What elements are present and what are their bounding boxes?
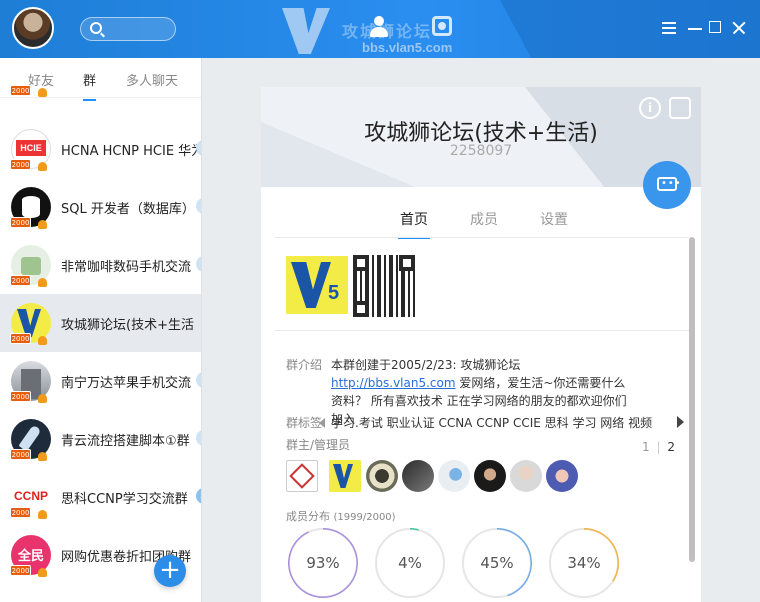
scrollbar[interactable] xyxy=(689,237,695,562)
group-name: 青云流控搭建脚本①群 xyxy=(61,434,190,449)
intro-label: 群介绍 xyxy=(286,358,323,372)
space-icon[interactable] xyxy=(432,16,454,38)
tab-members[interactable]: 成员 xyxy=(470,209,498,229)
bell-icon xyxy=(38,278,47,287)
v5-logo-icon xyxy=(282,8,330,54)
group-tabs: 首页 成员 设置 xyxy=(261,207,701,239)
tab-home[interactable]: 首页 xyxy=(398,209,430,239)
chat-button[interactable]: ••• xyxy=(643,161,691,209)
group-name: SQL 开发者（数据库） xyxy=(61,202,195,217)
list-item[interactable]: 2000 青云流控搭建脚本①群 xyxy=(0,410,201,468)
level-badge: 2000 xyxy=(10,333,31,344)
forum-link[interactable]: http://bbs.vlan5.com xyxy=(331,376,456,390)
avatar[interactable] xyxy=(438,460,470,492)
list-item[interactable]: 2000 非常咖啡数码手机交流 xyxy=(0,236,201,294)
share-icon[interactable] xyxy=(669,97,691,119)
distribution-label: 成员分布 (1999/2000) xyxy=(286,510,396,523)
level-badge: 2000 xyxy=(10,565,31,576)
group-card: 攻城狮论坛(技术+生活) 2258097 i ••• 首页 成员 设置 5 群介… xyxy=(261,87,701,602)
tab-settings[interactable]: 设置 xyxy=(540,209,568,229)
menu-icon[interactable] xyxy=(661,20,677,36)
group-header: 攻城狮论坛(技术+生活) 2258097 i xyxy=(261,87,701,187)
group-name: 南宁万达苹果手机交流 xyxy=(61,376,192,391)
bell-icon xyxy=(38,510,47,519)
group-name: 思科CCNP学习交流群 xyxy=(61,492,188,507)
avatar[interactable] xyxy=(402,460,434,492)
list-item[interactable]: 2000 攻城狮论坛(技术+生活 xyxy=(0,294,201,352)
avatar[interactable] xyxy=(329,460,361,492)
level-badge: 2000 xyxy=(10,391,31,402)
avatar[interactable] xyxy=(286,460,318,492)
user-avatar[interactable] xyxy=(12,7,54,49)
bell-icon xyxy=(38,220,47,229)
list-item[interactable]: 2000 SQL 开发者（数据库） xyxy=(0,178,201,236)
level-badge: 2000 xyxy=(10,507,31,518)
tags-prev-icon[interactable] xyxy=(319,418,325,428)
avatar[interactable] xyxy=(474,460,506,492)
level-badge: 2000 xyxy=(10,159,31,170)
tags-next-icon[interactable] xyxy=(677,416,684,428)
distribution-ring: 93% xyxy=(288,528,358,598)
info-icon[interactable]: i xyxy=(639,97,661,119)
bell-icon xyxy=(38,452,47,461)
list-item[interactable]: HCIE 2000 HCNA HCNP HCIE 华为 xyxy=(0,120,201,178)
avatar[interactable] xyxy=(366,460,398,492)
bell-icon xyxy=(38,568,47,577)
bell-icon xyxy=(38,88,47,97)
list-item[interactable]: 2000 南宁万达苹果手机交流 xyxy=(0,352,201,410)
level-badge: 2000 xyxy=(10,85,31,96)
group-logo: 5 xyxy=(286,256,348,314)
group-tags: 学习.考试 职业认证 CCNA CCNP CCIE 思科 学习 网络 视频 xyxy=(331,416,653,430)
level-badge: 2000 xyxy=(10,449,31,460)
admins-label: 群主/管理员 xyxy=(286,438,351,452)
title-bar: 攻城狮论坛 bbs.vlan5.com xyxy=(0,0,760,58)
search-input[interactable] xyxy=(80,17,176,41)
avatar[interactable] xyxy=(546,460,578,492)
main-panel: 攻城狮论坛(技术+生活) 2258097 i ••• 首页 成员 设置 5 群介… xyxy=(202,58,760,602)
minimize-icon[interactable] xyxy=(687,20,703,36)
sidebar: 好友 群 多人聊天 2000 HCIE 2000 HCNA HCNP HCIE … xyxy=(0,58,202,602)
group-id: 2258097 xyxy=(449,143,513,159)
group-name: HCNA HCNP HCIE 华为 xyxy=(61,144,197,159)
distribution-ring: 45% xyxy=(462,528,532,598)
group-name: 攻城狮论坛(技术+生活 xyxy=(61,318,194,333)
avatar[interactable] xyxy=(510,460,542,492)
level-badge: 2000 xyxy=(10,275,31,286)
list-item[interactable]: 2000 xyxy=(0,58,201,104)
list-item[interactable]: CCNP 2000 思科CCNP学习交流群 5 xyxy=(0,468,201,526)
close-icon[interactable] xyxy=(731,20,747,36)
group-name: 非常咖啡数码手机交流 xyxy=(61,260,192,275)
level-badge: 2000 xyxy=(10,217,31,228)
bell-icon xyxy=(38,394,47,403)
admin-pager: 1 | 2 xyxy=(642,440,675,454)
qr-code xyxy=(353,255,415,317)
distribution-ring: 4% xyxy=(375,528,445,598)
distribution-ring: 34% xyxy=(549,528,619,598)
contacts-icon[interactable] xyxy=(368,16,390,38)
watermark-site: bbs.vlan5.com xyxy=(362,40,453,55)
add-group-button[interactable]: + xyxy=(154,555,186,587)
maximize-icon[interactable] xyxy=(708,20,724,36)
bell-icon xyxy=(38,336,47,345)
tags-label: 群标签 xyxy=(286,416,323,430)
group-home-content: 5 群介绍 本群创建于2005/2/23: 攻城狮论坛http://bbs.vl… xyxy=(275,237,689,602)
bell-icon xyxy=(38,162,47,171)
search-icon xyxy=(90,22,102,34)
